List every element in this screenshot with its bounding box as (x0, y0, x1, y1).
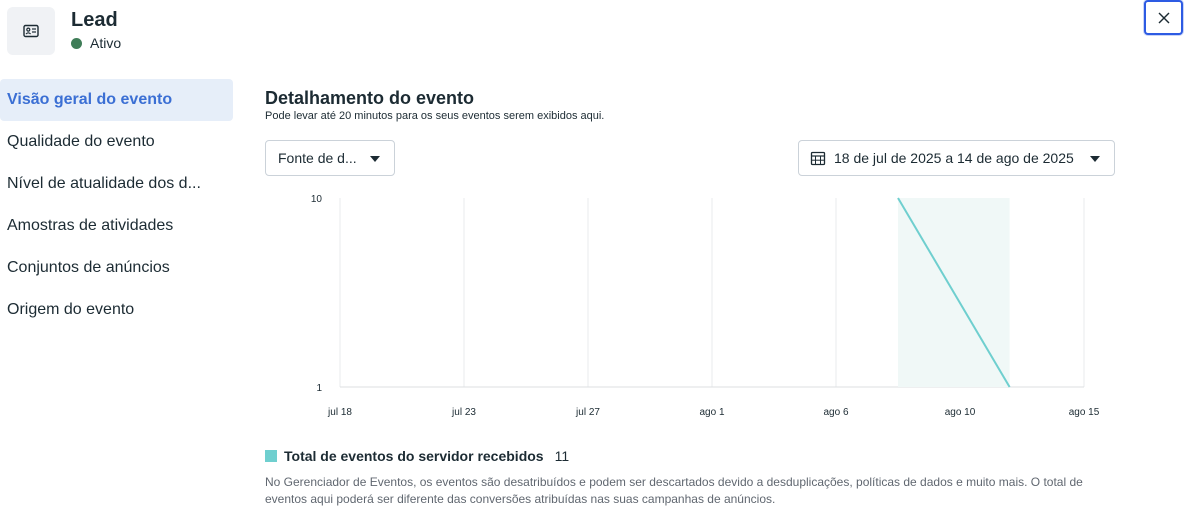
status-indicator: Ativo (71, 35, 121, 51)
y-tick-label: 10 (311, 194, 323, 205)
sidebar-nav: Visão geral do evento Qualidade do event… (0, 79, 233, 331)
sidebar-item-data-freshness[interactable]: Nível de atualidade dos d... (0, 163, 233, 205)
chevron-down-icon (370, 156, 380, 162)
y-tick-label: 1 (316, 383, 322, 394)
close-button[interactable] (1144, 0, 1183, 35)
x-tick-label: ago 1 (699, 407, 724, 418)
x-tick-label: jul 18 (327, 407, 352, 418)
section-title: Detalhamento do evento (265, 88, 475, 108)
x-tick-label: ago 15 (1069, 407, 1100, 418)
sidebar-item-event-overview[interactable]: Visão geral do evento (0, 79, 233, 121)
chart-legend: Total de eventos do servidor recebidos 1… (265, 448, 569, 464)
x-tick-label: ago 10 (945, 407, 976, 418)
x-tick-label: ago 6 (823, 407, 848, 418)
section-subtitle: Pode levar até 20 minutos para os seus e… (265, 110, 605, 122)
status-dot-icon (71, 37, 82, 49)
close-icon (1158, 12, 1169, 23)
event-breakdown-chart: 10 1 jul 18 jul 23 jul 27 ago 1 ago 6 ago 10 ago… (311, 194, 1100, 418)
id-card-icon (7, 7, 55, 55)
footnote-text: No Gerenciador de Eventos, os eventos sã… (265, 475, 1083, 506)
legend-total-value: 11 (554, 448, 570, 464)
x-tick-label: jul 27 (575, 407, 600, 418)
status-label: Ativo (90, 35, 122, 51)
date-range-dropdown[interactable]: 18 de jul de 2025 a 14 de ago de 2025 (798, 140, 1115, 176)
sidebar-item-event-quality[interactable]: Qualidade do evento (0, 121, 233, 163)
legend-swatch (265, 450, 277, 462)
calendar-icon (810, 151, 826, 166)
chevron-down-icon (1090, 156, 1100, 162)
date-range-label: 18 de jul de 2025 a 14 de ago de 2025 (834, 150, 1074, 166)
source-dropdown-label: Fonte de d... (278, 150, 357, 166)
page-title: Lead (71, 9, 118, 31)
sidebar-item-event-source[interactable]: Origem do evento (0, 289, 233, 331)
sidebar-item-ad-sets[interactable]: Conjuntos de anúncios (0, 247, 233, 289)
legend-label: Total de eventos do servidor recebidos (284, 448, 544, 464)
sidebar-item-activity-samples[interactable]: Amostras de atividades (0, 205, 233, 247)
source-dropdown[interactable]: Fonte de d... (265, 140, 395, 176)
x-tick-label: jul 23 (451, 407, 476, 418)
